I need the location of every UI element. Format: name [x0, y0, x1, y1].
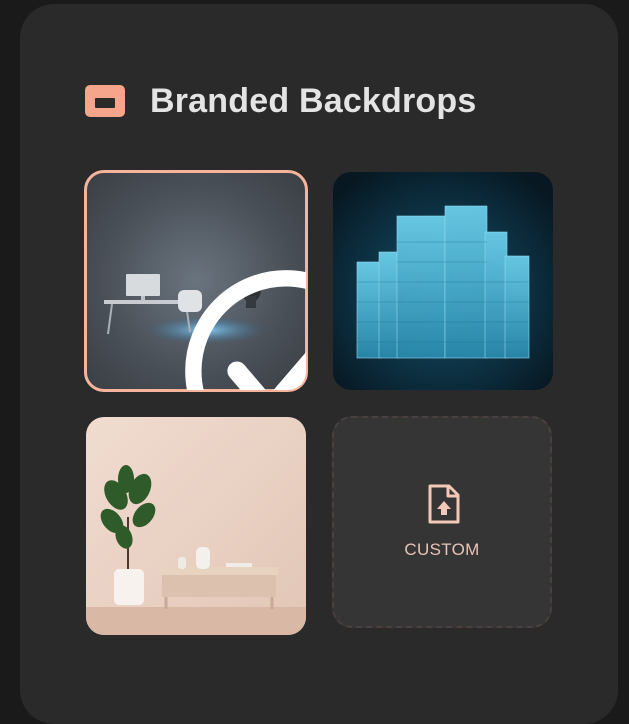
custom-label: CUSTOM	[404, 540, 480, 559]
backdrop-tile-city[interactable]	[333, 172, 553, 390]
backdrop-tile-office[interactable]	[84, 170, 308, 392]
backdrop-folder-icon	[85, 85, 125, 117]
panel-header: Branded Backdrops	[85, 78, 476, 124]
custom-upload-tile[interactable]: CUSTOM	[332, 416, 552, 628]
city-skyline-image	[333, 172, 553, 390]
backdrop-tile-living-room[interactable]	[86, 417, 306, 635]
file-upload-icon	[428, 484, 460, 524]
living-room-image	[86, 417, 306, 635]
selected-check-icon	[185, 270, 306, 390]
panel-title: Branded Backdrops	[150, 81, 477, 120]
